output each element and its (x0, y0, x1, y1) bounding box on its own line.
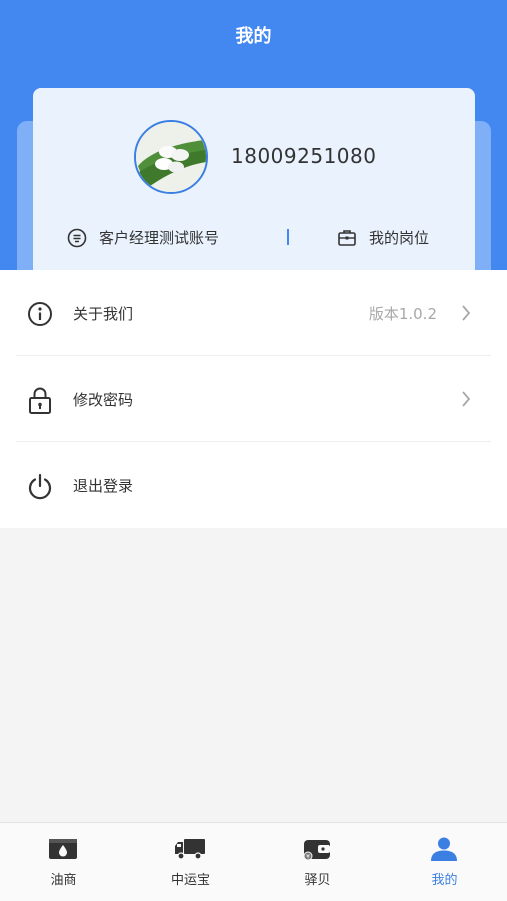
tab-yibei-label: 驿贝 (304, 873, 331, 888)
profile-card: 18009251080 客户经理测试账号 我的岗位 (33, 88, 475, 278)
tab-mine[interactable]: 我的 (381, 823, 507, 901)
chevron-right-icon (462, 391, 471, 407)
menu-about-us-label: 关于我们 (73, 305, 134, 323)
page-title: 我的 (235, 26, 272, 47)
bottom-tab-bar: 油商 中运宝 ¥ 驿贝 我的 (0, 822, 507, 901)
card-divider (287, 229, 289, 245)
tab-zhongyunbao[interactable]: 中运宝 (127, 823, 254, 901)
menu-logout-label: 退出登录 (73, 477, 134, 495)
lock-icon (29, 387, 51, 414)
my-post-label: 我的岗位 (369, 229, 430, 247)
version-text: 版本1.0.2 (368, 305, 437, 323)
tab-mine-label: 我的 (431, 873, 458, 888)
avatar-image-icon (136, 122, 206, 192)
user-icon (431, 837, 457, 861)
phone-number: 18009251080 (231, 144, 377, 168)
chevron-right-icon (462, 305, 471, 321)
account-name: 客户经理测试账号 (67, 227, 219, 248)
tab-yibei[interactable]: ¥ 驿贝 (254, 823, 381, 901)
wallet-icon: ¥ (303, 840, 330, 861)
oil-box-icon (49, 839, 77, 859)
briefcase-icon (338, 229, 356, 246)
menu-change-password[interactable]: 修改密码 (0, 356, 507, 442)
my-post-button[interactable]: 我的岗位 (337, 227, 429, 248)
menu-about-us[interactable]: 关于我们 版本1.0.2 (0, 270, 507, 356)
menu-logout[interactable]: 退出登录 (0, 442, 507, 528)
tab-oil-merchant-label: 油商 (50, 873, 77, 888)
tab-oil-merchant[interactable]: 油商 (0, 823, 127, 901)
account-name-label: 客户经理测试账号 (99, 229, 220, 247)
svg-text:¥: ¥ (306, 854, 310, 861)
truck-icon (175, 839, 205, 860)
menu-change-password-label: 修改密码 (73, 391, 134, 409)
power-icon (28, 473, 52, 500)
avatar[interactable] (134, 120, 208, 194)
account-type-icon (67, 228, 87, 247)
settings-menu: 关于我们 版本1.0.2 修改密码 退出登录 (0, 270, 507, 528)
info-icon (28, 302, 52, 326)
tab-zhongyunbao-label: 中运宝 (170, 873, 210, 888)
